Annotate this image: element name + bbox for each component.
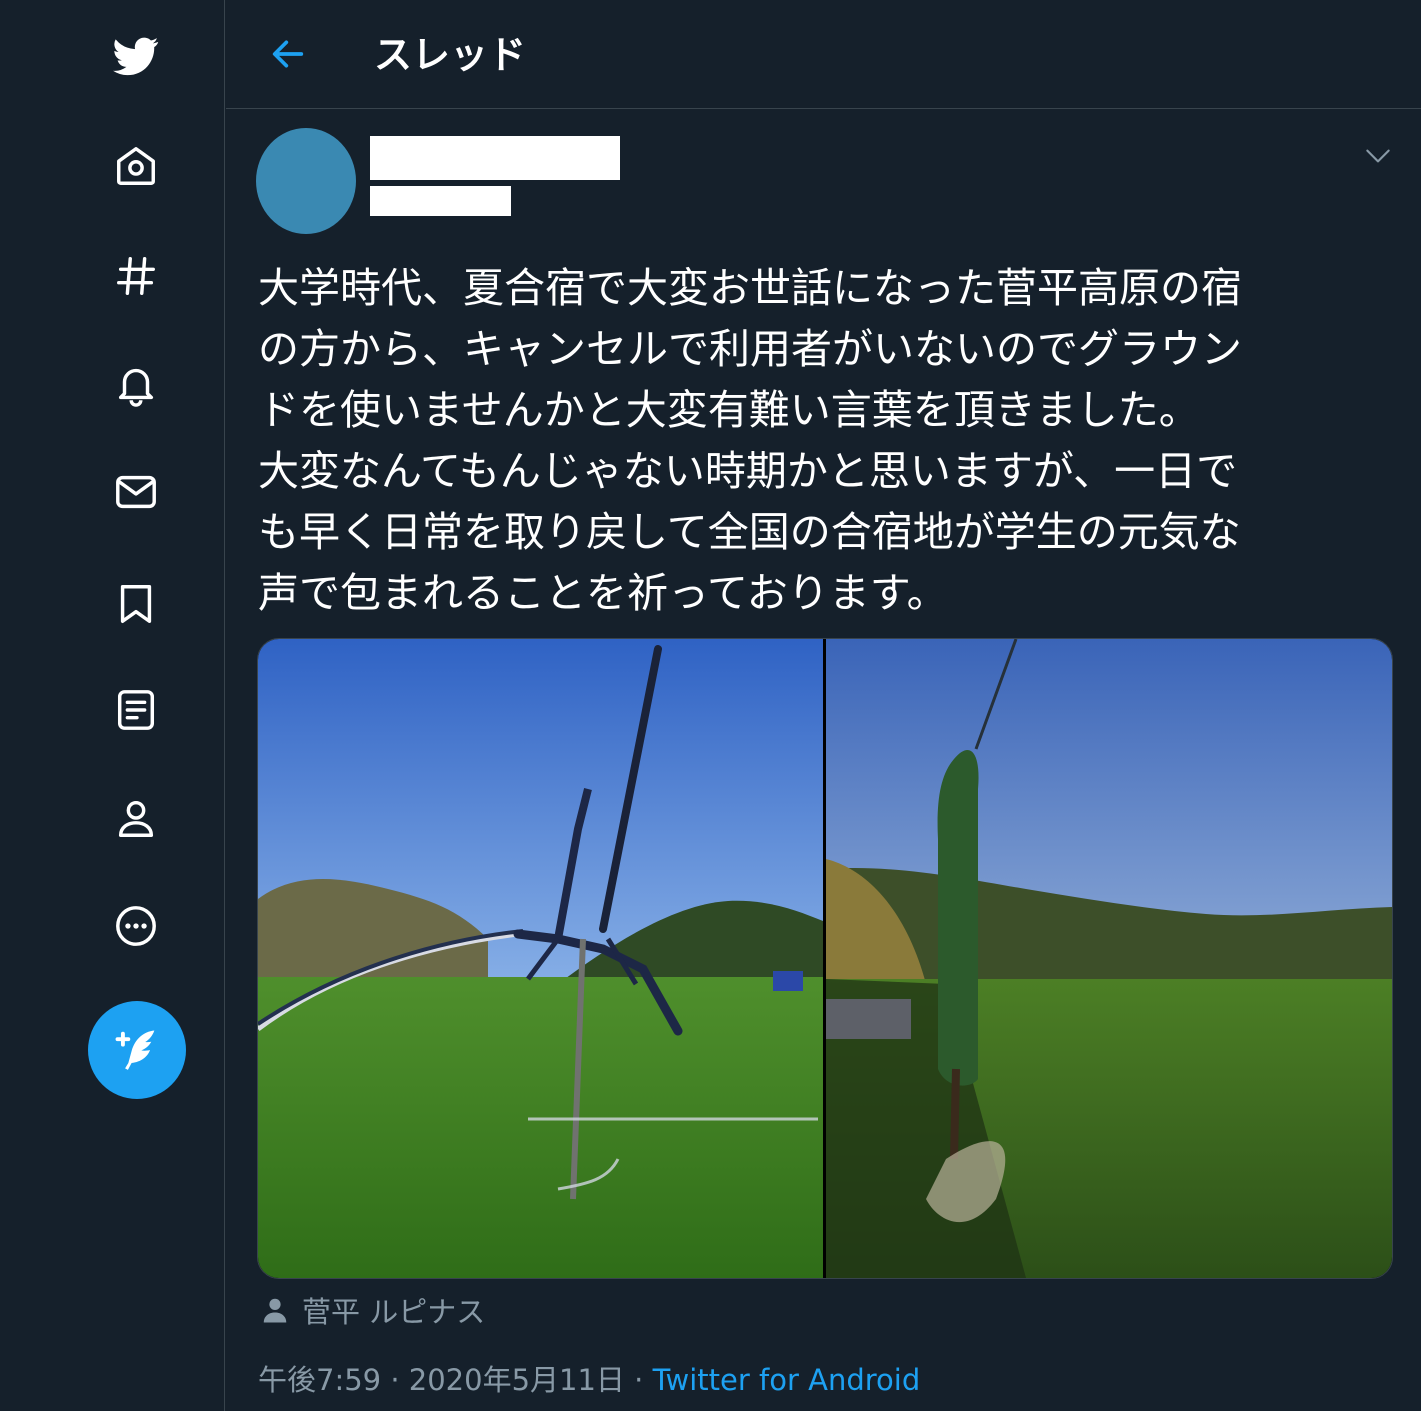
list-icon[interactable]: [108, 682, 164, 738]
header: スレッド: [226, 0, 1421, 109]
profile-icon[interactable]: [108, 790, 164, 846]
avatar[interactable]: [256, 128, 356, 234]
tweet-photo-archery-bow[interactable]: [258, 639, 823, 1278]
compose-tweet-button[interactable]: [88, 1001, 186, 1099]
meta-separator: ·: [634, 1363, 644, 1397]
tweet-text: 大学時代、夏合宿で大変お世話になった菅平高原の宿 の方から、キャンセルで利用者が…: [258, 264, 1242, 617]
thread-column: スレッド 大学時代、夏合宿で大変お世話になった菅平高原の宿 の方から、キャンセル…: [226, 0, 1421, 1411]
redacted-username[interactable]: [370, 186, 511, 216]
tweet-meta: 午後7:59 · 2020年5月11日 · Twitter for Androi…: [258, 1357, 920, 1399]
hashtag-icon[interactable]: [108, 248, 164, 304]
tweet-date[interactable]: 2020年5月11日: [409, 1363, 625, 1397]
compose-tweet-icon: [115, 1030, 155, 1070]
sidebar: [0, 0, 225, 1411]
tweet-time[interactable]: 午後7:59: [258, 1363, 381, 1397]
person-icon: [263, 1298, 287, 1323]
mail-icon[interactable]: [108, 464, 164, 520]
media-grid: [257, 638, 1393, 1279]
chevron-down-icon: [1366, 149, 1390, 163]
meta-separator: ·: [390, 1363, 400, 1397]
more-icon[interactable]: [108, 898, 164, 954]
back-button[interactable]: [266, 30, 310, 78]
location-label: 菅平 ルピナス: [302, 1295, 486, 1329]
tweet-photo-field-net[interactable]: [826, 639, 1392, 1278]
twitter-logo-icon[interactable]: [108, 28, 164, 84]
bookmark-icon[interactable]: [108, 576, 164, 632]
tweet-source-link[interactable]: Twitter for Android: [653, 1363, 921, 1397]
bell-icon[interactable]: [108, 356, 164, 412]
page-title: スレッド: [374, 33, 527, 77]
redacted-display-name[interactable]: [370, 136, 620, 180]
location-tag[interactable]: 菅平 ルピナス: [260, 1290, 485, 1330]
home-icon[interactable]: [108, 138, 164, 194]
tweet-options-button[interactable]: [1362, 140, 1394, 172]
arrow-left-icon: [272, 40, 304, 68]
